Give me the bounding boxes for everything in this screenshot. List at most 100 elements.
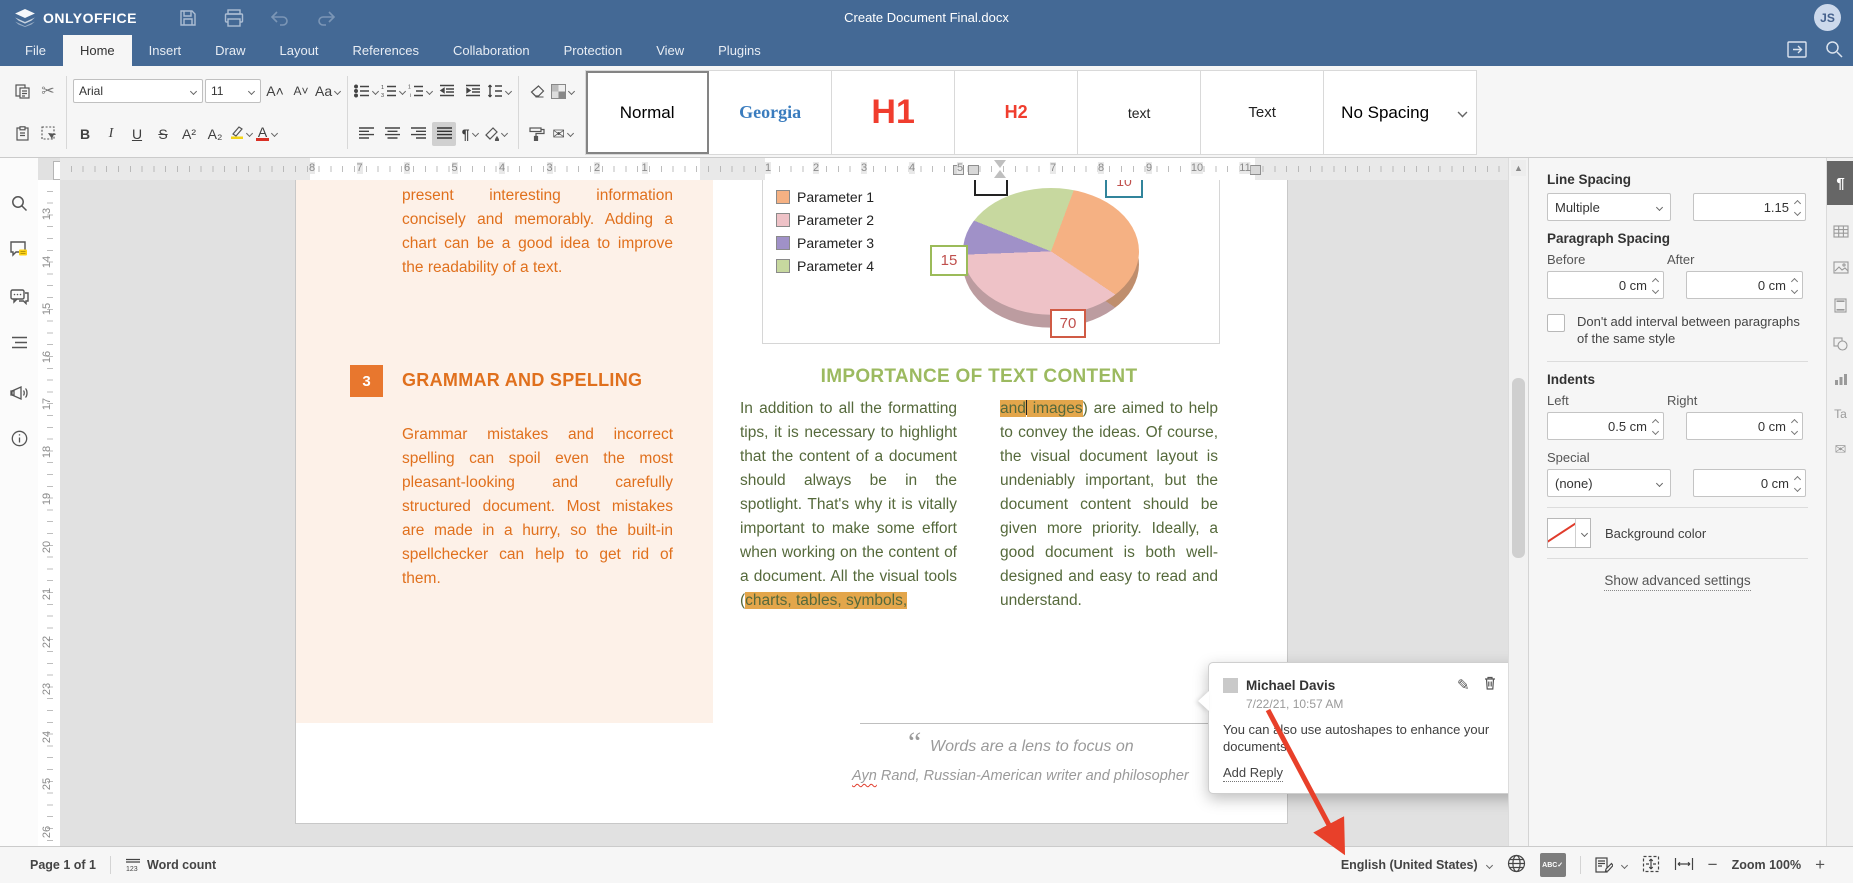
table-settings-icon[interactable] (1827, 214, 1853, 248)
increase-indent-button[interactable] (461, 79, 485, 103)
bold-button[interactable]: B (73, 122, 97, 146)
vertical-ruler[interactable]: 1314151617181920212223242526 (38, 180, 61, 846)
paste-button[interactable] (10, 122, 34, 146)
zoom-in-button[interactable]: + (1815, 855, 1825, 875)
save-button[interactable] (173, 6, 203, 30)
mail-merge-button[interactable]: ✉ (551, 122, 575, 146)
select-all-button[interactable] (36, 122, 60, 146)
style-text-lower[interactable]: text (1078, 71, 1201, 154)
user-avatar[interactable]: JS (1814, 4, 1841, 31)
font-size-select[interactable]: 11 (205, 79, 261, 103)
tab-home[interactable]: Home (63, 35, 132, 66)
tab-plugins[interactable]: Plugins (701, 35, 778, 66)
background-color-swatch[interactable] (1547, 518, 1591, 548)
style-h2[interactable]: H2 (955, 71, 1078, 154)
page-indicator[interactable]: Page 1 of 1 (30, 858, 96, 872)
language-selector[interactable]: English (United States) (1341, 858, 1493, 872)
tab-draw[interactable]: Draw (198, 35, 262, 66)
change-case-button[interactable]: Aa (315, 79, 341, 103)
copy-style-button[interactable] (525, 122, 549, 146)
set-document-language-icon[interactable] (1507, 854, 1526, 876)
tab-view[interactable]: View (639, 35, 701, 66)
style-no-spacing[interactable]: No Spacing (1324, 71, 1446, 154)
fit-page-button[interactable] (1642, 855, 1660, 876)
numbered-list-button[interactable]: 13 (381, 79, 406, 103)
shading-button[interactable] (484, 122, 508, 146)
borders-button[interactable] (551, 79, 575, 103)
comment-popup[interactable]: Michael Davis ✎ ✓ 7/22/21, 10:57 AM You … (1208, 662, 1508, 794)
subscript-button[interactable]: A₂ (203, 122, 227, 146)
feedback-icon[interactable] (0, 376, 38, 410)
style-h1[interactable]: H1 (832, 71, 955, 154)
line-spacing-spinner[interactable]: 1.15 (1693, 193, 1806, 221)
open-file-location-icon[interactable] (1787, 41, 1807, 61)
ruler-indent-marker[interactable] (994, 160, 1006, 168)
edit-comment-icon[interactable]: ✎ (1457, 676, 1470, 694)
decrease-indent-button[interactable] (435, 79, 459, 103)
strikethrough-button[interactable]: S (151, 122, 175, 146)
tab-insert[interactable]: Insert (132, 35, 199, 66)
interval-checkbox[interactable] (1547, 314, 1565, 332)
styles-gallery-expand-button[interactable] (1446, 71, 1476, 154)
spacing-before-spinner[interactable]: 0 cm (1547, 271, 1664, 299)
clear-style-button[interactable] (525, 79, 549, 103)
align-right-button[interactable] (406, 122, 430, 146)
align-left-button[interactable] (354, 122, 378, 146)
scroll-up-button[interactable]: ▲ (1511, 160, 1526, 176)
redo-button[interactable] (311, 6, 341, 30)
tab-layout[interactable]: Layout (263, 35, 336, 66)
nonprinting-characters-button[interactable]: ¶ (458, 122, 482, 146)
textart-settings-icon[interactable]: Ta (1827, 397, 1853, 431)
document-scrollbar[interactable]: ▲ (1508, 158, 1529, 846)
indent-left-spinner[interactable]: 0.5 cm (1547, 412, 1664, 440)
increase-font-size-button[interactable]: A˄ (263, 79, 287, 103)
paragraph-settings-icon[interactable]: ¶ (1827, 161, 1853, 205)
fit-width-button[interactable] (1674, 857, 1694, 874)
multilevel-list-button[interactable]: 1i (408, 79, 433, 103)
search-icon[interactable] (1825, 40, 1843, 61)
style-georgia[interactable]: Georgia (709, 71, 832, 154)
underline-button[interactable]: U (125, 122, 149, 146)
track-changes-button[interactable] (1595, 857, 1628, 873)
spacing-after-spinner[interactable]: 0 cm (1686, 271, 1803, 299)
ruler-right-indent-marker[interactable] (1250, 165, 1261, 175)
document-page[interactable]: present interesting information concisel… (296, 180, 1287, 823)
header-footer-settings-icon[interactable] (1827, 288, 1853, 322)
horizontal-ruler[interactable]: 87654321123457891011 (60, 158, 1508, 181)
ruler-column-marker[interactable] (968, 165, 979, 175)
tab-protection[interactable]: Protection (547, 35, 640, 66)
comments-icon[interactable] (0, 232, 38, 266)
special-indent-select[interactable]: (none) (1547, 469, 1671, 497)
style-text-cap[interactable]: Text (1201, 71, 1324, 154)
word-count-button[interactable]: 123 Word count (125, 858, 216, 872)
indent-right-spinner[interactable]: 0 cm (1686, 412, 1803, 440)
zoom-level[interactable]: Zoom 100% (1732, 858, 1801, 872)
align-justify-button[interactable] (432, 122, 456, 146)
scrollbar-thumb[interactable] (1512, 378, 1525, 558)
tab-references[interactable]: References (336, 35, 436, 66)
line-spacing-button[interactable] (487, 79, 512, 103)
align-center-button[interactable] (380, 122, 404, 146)
shape-settings-icon[interactable] (1827, 327, 1853, 361)
highlight-color-button[interactable] (229, 122, 253, 146)
special-indent-spinner[interactable]: 0 cm (1693, 469, 1806, 497)
zoom-out-button[interactable]: − (1708, 855, 1718, 875)
chart-settings-icon[interactable] (1827, 362, 1853, 396)
bullet-list-button[interactable] (354, 79, 379, 103)
pie-chart-frame[interactable]: Parameter 1 Parameter 2 Parameter 3 Para… (762, 180, 1220, 344)
navigation-icon[interactable] (0, 325, 38, 359)
superscript-button[interactable]: A² (177, 122, 201, 146)
style-normal[interactable]: Normal (586, 71, 709, 154)
mail-merge-settings-icon[interactable]: ✉ (1827, 432, 1853, 466)
show-advanced-settings-link[interactable]: Show advanced settings (1604, 573, 1750, 591)
spellcheck-toggle[interactable]: ABC✓ (1540, 853, 1566, 877)
decrease-font-size-button[interactable]: A˅ (289, 79, 313, 103)
font-color-button[interactable]: A (255, 122, 279, 146)
copy-button[interactable] (10, 79, 34, 103)
add-reply-link[interactable]: Add Reply (1223, 765, 1283, 782)
document-canvas[interactable]: present interesting information concisel… (60, 180, 1508, 846)
delete-comment-icon[interactable] (1484, 676, 1496, 694)
chat-icon[interactable] (0, 280, 38, 314)
about-icon[interactable] (0, 421, 38, 455)
italic-button[interactable]: I (99, 122, 123, 146)
